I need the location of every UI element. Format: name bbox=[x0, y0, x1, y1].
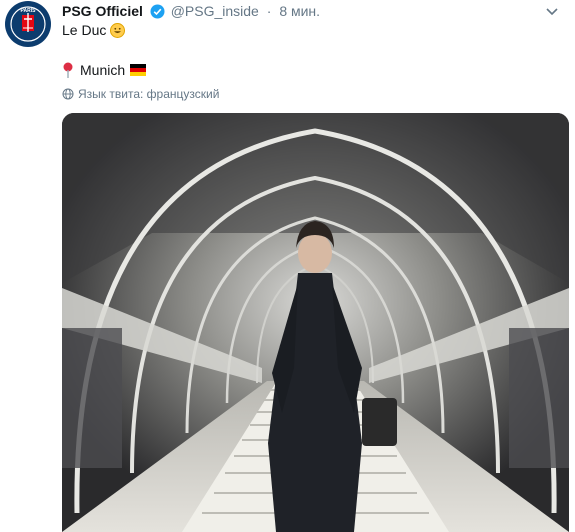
tweet-location-line: Munich bbox=[62, 60, 147, 83]
translate-tweet-link[interactable]: Язык твита: французский bbox=[62, 86, 219, 104]
translate-label: Язык твита: французский bbox=[78, 87, 220, 101]
author-handle[interactable]: @PSG_inside bbox=[171, 3, 259, 19]
author-name[interactable]: PSG Officiel bbox=[62, 3, 143, 19]
tweet-text-line: Le Duc bbox=[62, 22, 107, 38]
tweet-timestamp[interactable]: 8 мин. bbox=[279, 3, 320, 19]
globe-icon bbox=[62, 88, 74, 104]
avatar-label: PARIS bbox=[21, 8, 37, 14]
tweet-header: PSG Officiel @PSG_inside · 8 мин. bbox=[62, 2, 320, 20]
tweet-photo[interactable] bbox=[62, 113, 569, 532]
separator-dot: · bbox=[266, 3, 272, 19]
germany-flag-icon bbox=[130, 64, 147, 76]
tweet-text: Le Duc bbox=[62, 20, 126, 40]
location-text: Munich bbox=[80, 62, 126, 78]
psg-avatar[interactable]: PARIS bbox=[5, 1, 51, 47]
verified-icon bbox=[150, 4, 165, 23]
grinning-emoji-icon bbox=[110, 23, 126, 38]
round-pushpin-icon bbox=[62, 62, 74, 83]
chevron-down-icon[interactable] bbox=[545, 4, 559, 16]
